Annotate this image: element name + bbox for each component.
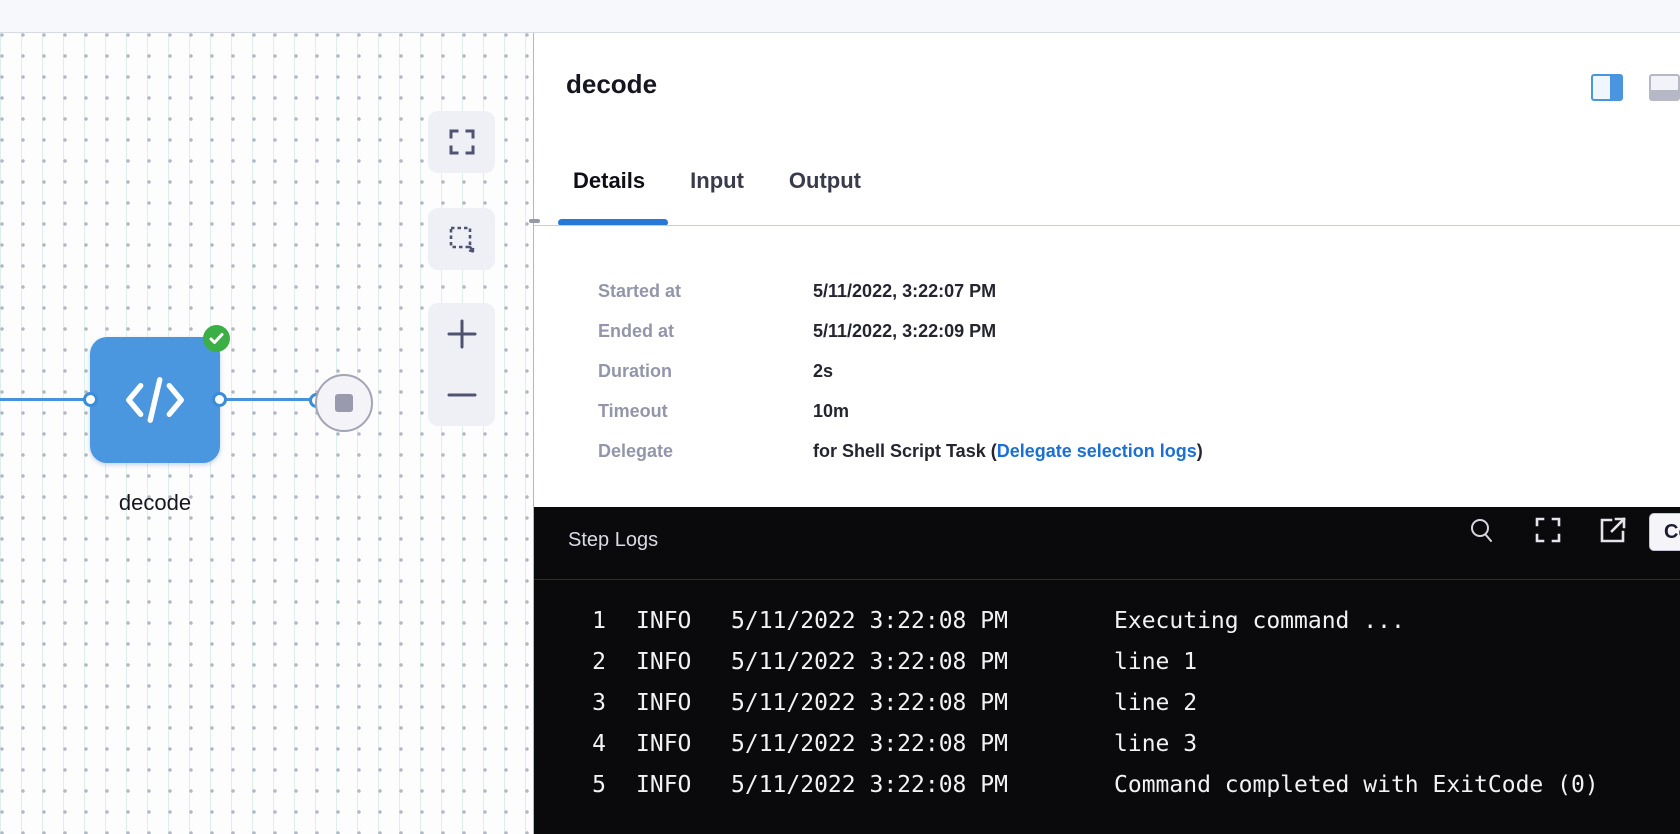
fullscreen-icon — [448, 128, 476, 156]
console-header: Step Logs — [534, 507, 1680, 580]
log-line: 1 INFO 5/11/2022 3:22:08 PM Executing co… — [534, 601, 1680, 642]
panel-title: decode — [566, 69, 657, 100]
canvas-multi-select-button[interactable] — [428, 208, 495, 270]
log-message: line 1 — [1114, 642, 1197, 683]
log-message: Executing command ... — [1114, 601, 1405, 642]
details-section: Started at 5/11/2022, 3:22:07 PM Ended a… — [598, 271, 1203, 471]
node-label: decode — [90, 490, 220, 516]
detail-value: 5/11/2022, 3:22:07 PM — [813, 281, 996, 302]
log-line: 2 INFO 5/11/2022 3:22:08 PM line 1 — [534, 642, 1680, 683]
log-timestamp: 5/11/2022 3:22:08 PM — [731, 683, 1008, 724]
marquee-selection-icon — [448, 225, 476, 253]
step-node-decode[interactable] — [90, 337, 220, 463]
delegate-selection-logs-link[interactable]: Delegate selection logs — [997, 441, 1197, 461]
zoom-in-button[interactable] — [428, 303, 495, 365]
expand-icon — [1534, 516, 1562, 544]
pipeline-end-node[interactable] — [315, 374, 373, 432]
log-level: INFO — [636, 765, 691, 806]
detail-row-started-at: Started at 5/11/2022, 3:22:07 PM — [598, 271, 1203, 311]
log-line-number: 3 — [534, 683, 606, 724]
detail-value: 5/11/2022, 3:22:09 PM — [813, 321, 996, 342]
external-link-icon — [1599, 516, 1627, 544]
log-level: INFO — [636, 642, 691, 683]
log-level: INFO — [636, 601, 691, 642]
stop-icon — [335, 394, 353, 412]
log-timestamp: 5/11/2022 3:22:08 PM — [731, 642, 1008, 683]
detail-row-delegate: Delegate for Shell Script Task (Delegate… — [598, 431, 1203, 471]
tabs-divider — [534, 225, 1680, 226]
delegate-text: for Shell Script Task ( — [813, 441, 997, 461]
open-logs-new-tab-button[interactable] — [1600, 517, 1626, 543]
bottom-view-toggle[interactable] — [1649, 74, 1680, 101]
detail-row-ended-at: Ended at 5/11/2022, 3:22:09 PM — [598, 311, 1203, 351]
delegate-text-suffix: ) — [1197, 441, 1203, 461]
detail-row-timeout: Timeout 10m — [598, 391, 1203, 431]
log-timestamp: 5/11/2022 3:22:08 PM — [731, 601, 1008, 642]
log-timestamp: 5/11/2022 3:22:08 PM — [731, 765, 1008, 806]
log-line-number: 5 — [534, 765, 606, 806]
split-view-toggle[interactable] — [1591, 74, 1623, 101]
node-port-in[interactable] — [83, 392, 98, 407]
node-port-out[interactable] — [212, 392, 227, 407]
log-line: 4 INFO 5/11/2022 3:22:08 PM line 3 — [534, 724, 1680, 765]
minus-icon — [447, 380, 477, 410]
check-icon — [209, 332, 224, 345]
canvas-fullscreen-button[interactable] — [428, 111, 495, 173]
tab-output[interactable]: Output — [789, 166, 861, 196]
log-message: line 3 — [1114, 724, 1197, 765]
log-line: 5 INFO 5/11/2022 3:22:08 PM Command comp… — [534, 765, 1680, 806]
zoom-out-button[interactable] — [428, 365, 495, 427]
detail-value: for Shell Script Task (Delegate selectio… — [813, 441, 1203, 462]
detail-label: Duration — [598, 361, 813, 382]
detail-value: 10m — [813, 401, 849, 422]
connector-line-out — [225, 398, 310, 401]
log-lines[interactable]: 1 INFO 5/11/2022 3:22:08 PM Executing co… — [534, 601, 1680, 806]
plus-icon — [447, 319, 477, 349]
panel-bottom-icon — [1651, 90, 1678, 99]
detail-row-duration: Duration 2s — [598, 351, 1203, 391]
detail-value: 2s — [813, 361, 833, 382]
log-message: line 2 — [1114, 683, 1197, 724]
detail-label: Started at — [598, 281, 813, 302]
detail-label: Timeout — [598, 401, 813, 422]
log-fullscreen-button[interactable] — [1535, 517, 1561, 543]
log-level: INFO — [636, 683, 691, 724]
log-line: 3 INFO 5/11/2022 3:22:08 PM line 2 — [534, 683, 1680, 724]
panel-right-icon — [1610, 76, 1621, 99]
tab-input[interactable]: Input — [690, 166, 744, 196]
detail-label: Delegate — [598, 441, 813, 462]
panel-resize-handle[interactable] — [529, 219, 540, 223]
connector-line-in — [0, 398, 84, 401]
tab-bar: Details Input Output — [573, 166, 861, 196]
log-line-number: 4 — [534, 724, 606, 765]
step-logs-console: Step Logs — [534, 507, 1680, 834]
log-message: Command completed with ExitCode (0) — [1114, 765, 1599, 806]
console-title: Step Logs — [568, 529, 658, 552]
log-timestamp: 5/11/2022 3:22:08 PM — [731, 724, 1008, 765]
console-view-button[interactable]: Co — [1649, 513, 1680, 551]
top-header-band — [0, 0, 1680, 33]
log-level: INFO — [636, 724, 691, 765]
tab-details[interactable]: Details — [573, 166, 645, 196]
search-icon — [1469, 518, 1493, 542]
success-badge — [203, 325, 230, 352]
log-line-number: 2 — [534, 642, 606, 683]
code-icon — [124, 376, 186, 424]
detail-label: Ended at — [598, 321, 813, 342]
log-search-button[interactable] — [1468, 517, 1494, 543]
zoom-pill — [428, 303, 495, 426]
console-view-label: Co — [1664, 521, 1680, 544]
step-details-panel: decode Details Input Output Started at 5… — [533, 33, 1680, 834]
log-line-number: 1 — [534, 601, 606, 642]
